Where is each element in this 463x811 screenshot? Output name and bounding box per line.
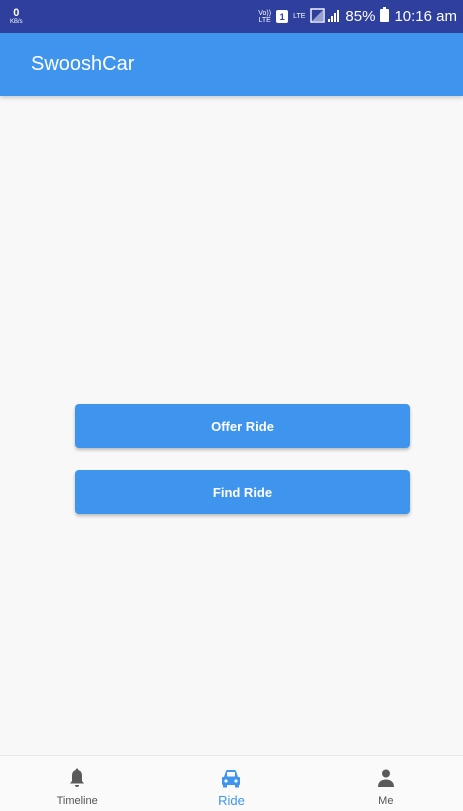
signal-icon — [310, 7, 340, 27]
bell-icon — [68, 767, 86, 789]
nav-label-ride: Ride — [218, 793, 245, 808]
app-title: SwooshCar — [31, 53, 135, 75]
battery-percent: 85% — [345, 8, 376, 25]
person-icon — [377, 767, 395, 789]
nav-item-ride[interactable]: Ride — [154, 756, 308, 811]
volte-icon: Vo)) LTE — [258, 9, 272, 24]
nav-item-timeline[interactable]: Timeline — [0, 756, 154, 811]
sim-icon: 1 — [276, 10, 289, 23]
lte-label: LTE — [293, 13, 306, 20]
speed-value: 0 — [13, 7, 20, 19]
status-bar: 0 KB/s Vo)) LTE 1 LTE 85% 10:16 am — [0, 0, 463, 33]
speed-unit: KB/s — [10, 19, 23, 25]
network-speed: 0 KB/s — [10, 7, 23, 26]
find-ride-button[interactable]: Find Ride — [75, 470, 410, 514]
offer-ride-button[interactable]: Offer Ride — [75, 404, 410, 448]
clock: 10:16 am — [394, 8, 457, 25]
app-bar: SwooshCar — [0, 33, 463, 96]
nav-item-me[interactable]: Me — [309, 756, 463, 811]
car-icon — [220, 767, 242, 789]
nav-label-me: Me — [378, 795, 394, 807]
nav-label-timeline: Timeline — [56, 795, 98, 807]
battery-icon — [380, 7, 390, 26]
status-indicators: Vo)) LTE 1 LTE 85% 10:16 am — [258, 7, 457, 27]
bottom-navigation: Timeline Ride Me — [0, 755, 463, 811]
